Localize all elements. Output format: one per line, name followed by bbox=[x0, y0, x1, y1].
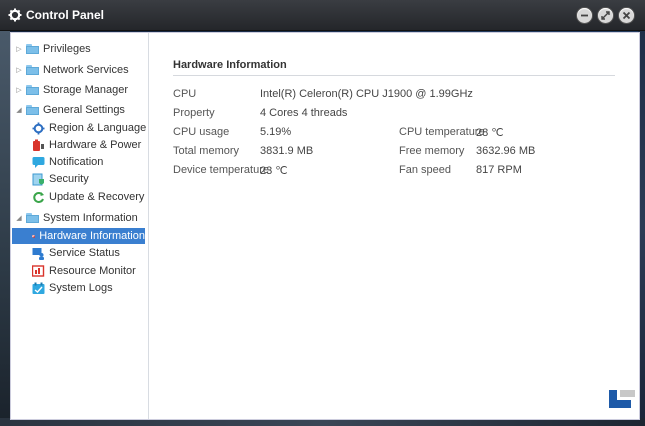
sidebar-item-label: General Settings bbox=[43, 104, 125, 116]
sidebar-item-hardware-power[interactable]: Hardware & Power bbox=[32, 137, 141, 153]
sidebar-item-label: Update & Recovery bbox=[49, 191, 145, 203]
minimize-button[interactable] bbox=[577, 8, 592, 23]
log-icon bbox=[32, 282, 45, 294]
sidebar-item-hardware-information[interactable]: Hardware Information bbox=[12, 228, 145, 244]
total-memory-label: Total memory bbox=[173, 145, 240, 157]
monitor-user-icon bbox=[32, 247, 44, 260]
window-content: ▷ Privileges ▷ Network Services ▷ Storag… bbox=[10, 32, 640, 420]
folder-icon bbox=[26, 213, 39, 223]
free-memory-value: 3632.96 MB bbox=[476, 145, 536, 157]
sidebar-item-label: Notification bbox=[49, 156, 104, 168]
free-memory-label: Free memory bbox=[399, 145, 465, 157]
property-value: 4 Cores 4 threads bbox=[260, 107, 348, 119]
property-label: Property bbox=[173, 107, 215, 119]
device-temperature-value: 23 ℃ bbox=[260, 165, 288, 177]
chat-icon bbox=[32, 156, 45, 168]
watermark-logo bbox=[605, 384, 639, 414]
sidebar-item-system-information[interactable]: ◢ System Information bbox=[14, 210, 138, 226]
folder-icon bbox=[26, 105, 39, 115]
sidebar-item-service-status[interactable]: Service Status bbox=[32, 245, 120, 261]
expand-arrow-icon[interactable]: ▷ bbox=[14, 86, 24, 94]
sidebar-item-general-settings[interactable]: ◢ General Settings bbox=[14, 102, 125, 118]
sidebar-item-label: Security bbox=[49, 173, 89, 185]
folder-icon bbox=[26, 65, 39, 75]
section-divider bbox=[173, 75, 615, 76]
sidebar-item-update-recovery[interactable]: Update & Recovery bbox=[32, 189, 144, 205]
sidebar-item-system-logs[interactable]: System Logs bbox=[32, 280, 113, 296]
close-button[interactable] bbox=[619, 8, 634, 23]
cpu-temperature-value: 28 ℃ bbox=[476, 127, 504, 139]
maximize-button[interactable] bbox=[598, 8, 613, 23]
sidebar-item-label: Hardware & Power bbox=[49, 139, 142, 151]
device-temperature-label: Device temperature bbox=[173, 164, 269, 176]
main-panel: Hardware Information CPU Intel(R) Celero… bbox=[149, 33, 639, 419]
expand-arrow-icon[interactable]: ▷ bbox=[14, 66, 24, 74]
gear-icon bbox=[8, 8, 22, 22]
sidebar-item-network-services[interactable]: ▷ Network Services bbox=[14, 62, 129, 78]
sidebar-item-label: Service Status bbox=[49, 247, 120, 259]
cpu-usage-value: 5.19% bbox=[260, 126, 292, 138]
expand-arrow-icon[interactable]: ▷ bbox=[14, 45, 24, 53]
sidebar-item-privileges[interactable]: ▷ Privileges bbox=[14, 41, 91, 57]
gear-icon bbox=[32, 122, 45, 134]
maximize-icon bbox=[601, 11, 610, 20]
total-memory-value: 3831.9 MB bbox=[260, 145, 314, 157]
fan-speed-value: 817 RPM bbox=[476, 164, 522, 176]
collapse-arrow-icon[interactable]: ◢ bbox=[14, 106, 24, 114]
cpu-usage-label: CPU usage bbox=[173, 126, 230, 138]
sidebar-item-resource-monitor[interactable]: Resource Monitor bbox=[32, 263, 136, 279]
refresh-icon bbox=[33, 191, 44, 203]
sidebar-item-label: Network Services bbox=[43, 64, 129, 76]
collapse-arrow-icon[interactable]: ◢ bbox=[14, 214, 24, 222]
title-bar[interactable]: Control Panel bbox=[0, 0, 645, 31]
sidebar-item-notification[interactable]: Notification bbox=[32, 154, 103, 170]
sidebar-item-security[interactable]: Security bbox=[32, 171, 89, 187]
power-icon bbox=[33, 139, 44, 151]
sidebar-item-label: Region & Language bbox=[49, 122, 147, 134]
window-title: Control Panel bbox=[26, 8, 105, 22]
cpu-label: CPU bbox=[173, 88, 197, 100]
sidebar-item-label: Resource Monitor bbox=[49, 265, 136, 277]
sidebar-item-region-language[interactable]: Region & Language bbox=[32, 120, 146, 136]
control-panel-window: Control Panel ▷ Privileges ▷ Network Ser… bbox=[0, 0, 645, 420]
folder-icon bbox=[26, 44, 39, 54]
cpu-value: Intel(R) Celeron(R) CPU J1900 @ 1.99GHz bbox=[260, 88, 473, 100]
minimize-icon bbox=[581, 14, 588, 17]
cpu-temperature-label: CPU temperature bbox=[399, 126, 485, 138]
sidebar-item-label: System Information bbox=[43, 212, 138, 224]
folder-icon bbox=[26, 85, 39, 95]
shield-icon bbox=[32, 173, 44, 185]
fan-speed-label: Fan speed bbox=[399, 164, 451, 176]
close-icon bbox=[622, 11, 631, 20]
sidebar: ▷ Privileges ▷ Network Services ▷ Storag… bbox=[11, 33, 149, 419]
resource-icon bbox=[32, 264, 45, 277]
sidebar-item-label: Privileges bbox=[43, 43, 91, 55]
sidebar-item-label: System Logs bbox=[49, 282, 113, 294]
sidebar-item-storage-manager[interactable]: ▷ Storage Manager bbox=[14, 82, 128, 98]
sidebar-item-label: Hardware Information bbox=[39, 230, 145, 242]
sidebar-item-label: Storage Manager bbox=[43, 84, 128, 96]
section-title: Hardware Information bbox=[173, 59, 287, 71]
hardware-icon bbox=[32, 234, 35, 238]
